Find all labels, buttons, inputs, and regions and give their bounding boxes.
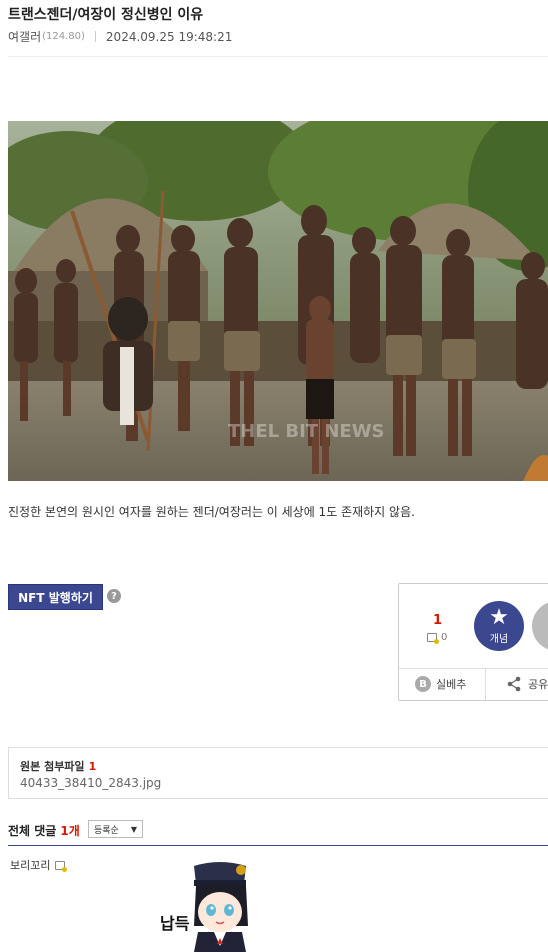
attachment-count: 1 xyxy=(88,760,97,773)
vote-vertical-divider xyxy=(485,668,486,700)
chevron-down-icon: ▼ xyxy=(130,824,137,834)
title-divider xyxy=(8,56,548,57)
attachment-title: 원본 첨부파일 1 xyxy=(20,758,96,774)
comment-sort-value: 등록순 xyxy=(94,825,119,836)
post-meta: 여갤러 (124.80) 2024.09.25 19:48:21 xyxy=(8,28,232,45)
post-image-illustration: THEL BIT NEWS xyxy=(8,121,548,481)
star-icon: ★ xyxy=(489,605,509,630)
vote-box: 1 0 ★ 개념 B 실베추 공유 xyxy=(398,583,548,701)
dccon-illustration: 납득 xyxy=(154,856,250,952)
upvote-button[interactable]: ★ 개념 xyxy=(474,601,524,651)
comments-header: 전체 댓글 1개 xyxy=(8,822,80,839)
fixed-count: 0 xyxy=(427,632,448,644)
author-nickname[interactable]: 여갤러 xyxy=(8,28,41,45)
image-watermark: THEL BIT NEWS xyxy=(228,421,385,442)
author-ip: (124.80) xyxy=(42,31,85,42)
dccon-text: 납득 xyxy=(160,914,190,933)
comment-author-name: 보리꼬리 xyxy=(10,859,51,872)
attachment-title-label: 원본 첨부파일 xyxy=(20,760,85,773)
silbe-icon: B xyxy=(415,676,431,692)
comments-title: 전체 댓글 xyxy=(8,824,57,838)
comment-sort-select[interactable]: 등록순 ▼ xyxy=(88,820,143,838)
silbe-button[interactable]: B 실베추 xyxy=(415,676,466,692)
post-title: 트랜스젠더/여장이 정신병인 이유 xyxy=(8,7,204,23)
post-body: 진정한 본연의 원시인 여자를 원하는 젠더/여장러는 이 세상에 1도 존재하… xyxy=(8,505,415,519)
attachment-file-link[interactable]: 40433_38410_2843.jpg xyxy=(20,776,161,790)
fixed-user-icon xyxy=(55,860,68,872)
comments-count: 1개 xyxy=(60,824,80,838)
comments-divider xyxy=(8,845,548,846)
downvote-button[interactable] xyxy=(532,601,548,651)
share-label: 공유 xyxy=(528,678,548,691)
silbe-label: 실베추 xyxy=(436,678,467,691)
vote-divider xyxy=(399,668,548,669)
share-icon xyxy=(507,676,521,692)
fixed-count-value: 0 xyxy=(441,632,448,643)
attachment-box: 원본 첨부파일 1 40433_38410_2843.jpg xyxy=(8,747,548,799)
meta-divider xyxy=(94,31,96,42)
upvote-count: 1 xyxy=(433,613,443,628)
comment-author[interactable]: 보리꼬리 xyxy=(10,857,68,873)
comment-dccon-image[interactable]: 납득 xyxy=(154,856,250,952)
post-datetime: 2024.09.25 19:48:21 xyxy=(105,29,233,44)
fixed-user-icon xyxy=(427,633,439,644)
nft-issue-button[interactable]: NFT 발행하기 xyxy=(8,584,103,610)
upvote-label: 개념 xyxy=(489,634,509,645)
help-icon[interactable]: ? xyxy=(107,589,121,603)
share-button[interactable]: 공유 xyxy=(506,676,548,692)
post-image[interactable]: THEL BIT NEWS xyxy=(8,121,548,481)
